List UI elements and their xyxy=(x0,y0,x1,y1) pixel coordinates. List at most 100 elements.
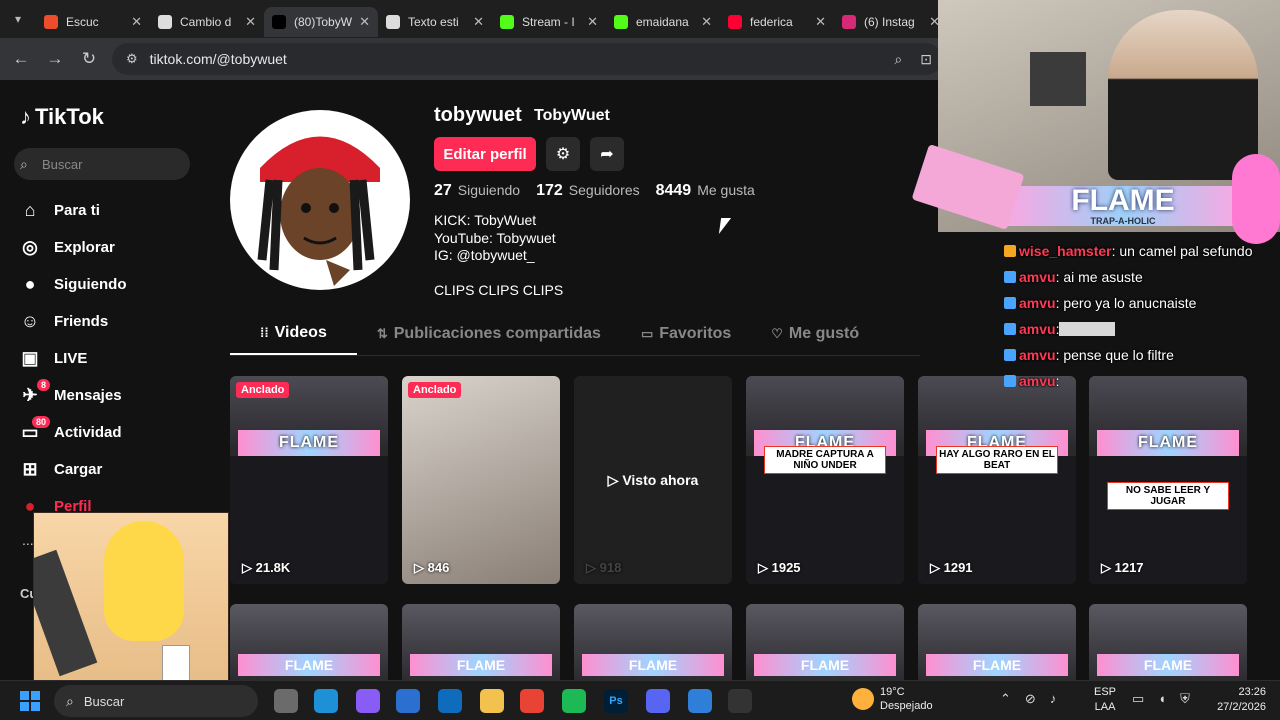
video-thumbnail[interactable]: FLAME HAY ALGO RARO EN EL BEAT ▷ 1291 xyxy=(918,376,1076,584)
video-thumbnail[interactable]: FLAME xyxy=(402,604,560,680)
taskbar-search[interactable]: ⌕ Buscar xyxy=(54,685,258,717)
mic-icon[interactable]: ♪ xyxy=(1050,691,1057,707)
chat-username: amvu xyxy=(1019,347,1056,363)
tab-grid[interactable]: ⁞⁞ Videos xyxy=(230,322,357,355)
streamer xyxy=(1108,10,1258,180)
chrome-icon[interactable] xyxy=(520,689,544,713)
activity-icon: ▭ 80 xyxy=(16,415,50,447)
close-tab-icon[interactable]: ✕ xyxy=(245,14,256,30)
close-tab-icon[interactable]: ✕ xyxy=(359,14,370,30)
likes-label: Me gusta xyxy=(697,182,755,198)
sidebar-item-siguiendo[interactable]: ● Siguiendo xyxy=(16,266,127,303)
clock-time: 23:26 xyxy=(1238,686,1266,698)
windows-start-icon[interactable] xyxy=(20,691,40,711)
video-thumbnail[interactable]: FLAME xyxy=(746,604,904,680)
volume-icon[interactable]: ◖ xyxy=(1158,691,1166,707)
tab-search-chevron-icon[interactable]: ▾ xyxy=(0,0,36,38)
tab-label: Favoritos xyxy=(659,324,732,342)
copilot-icon[interactable] xyxy=(356,689,380,713)
sidebar-item-explorar[interactable]: ◎ Explorar xyxy=(16,229,127,266)
bio-line: YouTube: Tobywuet xyxy=(434,229,556,246)
display-icon[interactable]: ▭ xyxy=(1132,691,1144,707)
video-thumbnail[interactable]: ▷ Visto ahora ▷ 918 xyxy=(574,376,732,584)
tab-heart[interactable]: ♡ Me gustó xyxy=(751,322,879,355)
video-thumbnail[interactable]: FLAME xyxy=(230,604,388,680)
profile-nickname: TobyWuet xyxy=(534,107,610,124)
browser-tab[interactable]: Escuc ✕ xyxy=(36,7,150,37)
weather-widget[interactable]: 19°C Despejado xyxy=(852,685,933,713)
search-input[interactable]: ⌕ Buscar xyxy=(14,148,190,180)
close-tab-icon[interactable]: ✕ xyxy=(473,14,484,30)
video-thumbnail[interactable]: FLAME MADRE CAPTURA A NIÑO UNDER ▷ 1925 xyxy=(746,376,904,584)
wall-poster xyxy=(1030,52,1086,106)
obs-icon[interactable] xyxy=(728,689,752,713)
profile-stats: 27 Siguiendo 172 Seguidores 8449 Me gusta xyxy=(434,182,755,200)
network-off-icon[interactable]: ⊘ xyxy=(1025,691,1036,707)
store-icon[interactable] xyxy=(396,689,420,713)
chat-username: amvu xyxy=(1019,295,1056,311)
sidebar-item-actividad[interactable]: ▭ 80 Actividad xyxy=(16,414,127,451)
chat-emote xyxy=(1059,322,1116,336)
file-explorer-icon[interactable] xyxy=(274,689,298,713)
photoshop-icon[interactable]: Ps xyxy=(604,689,628,713)
back-arrow-icon[interactable]: ← xyxy=(4,49,38,69)
zoom-icon[interactable]: ⌕ xyxy=(894,51,902,68)
browser-tab[interactable]: (80)TobyW ✕ xyxy=(264,7,378,37)
chat-username: wise_hamster xyxy=(1019,243,1112,259)
video-thumbnail[interactable]: FLAME Anclado ▷ 21.8K xyxy=(230,376,388,584)
following-stat[interactable]: 27 Siguiendo xyxy=(434,182,520,200)
tab-repost[interactable]: ⇅ Publicaciones compartidas xyxy=(357,322,621,355)
browser-tab[interactable]: Cambio d ✕ xyxy=(150,7,264,37)
more-icon[interactable]: ... xyxy=(22,532,34,548)
sidebar-item-mensajes[interactable]: ✈ 8 Mensajes xyxy=(16,377,127,414)
sidebar-item-cargar[interactable]: ⊞ Cargar xyxy=(16,451,127,488)
edit-profile-button[interactable]: Editar perfil xyxy=(434,137,536,171)
sidebar-item-para-ti[interactable]: ⌂ Para ti xyxy=(16,192,127,229)
video-thumbnail[interactable]: FLAME xyxy=(1089,604,1247,680)
video-thumbnail[interactable]: FLAME NO SABE LEER Y JUGAR ▷ 1217 xyxy=(1089,376,1247,584)
address-bar[interactable]: ⚙ tiktok.com/@tobywuet ⌕ ⊡ xyxy=(112,43,942,75)
following-label: Siguiendo xyxy=(457,182,521,198)
view-count: ▷ 1291 xyxy=(930,560,973,576)
view-count-text: 1217 xyxy=(1114,560,1144,575)
browser-tab[interactable]: emaidana ✕ xyxy=(606,7,720,37)
close-tab-icon[interactable]: ✕ xyxy=(587,14,598,30)
close-tab-icon[interactable]: ✕ xyxy=(701,14,712,30)
folder-icon[interactable] xyxy=(480,689,504,713)
language-indicator[interactable]: ESP LAA xyxy=(1094,685,1116,715)
close-tab-icon[interactable]: ✕ xyxy=(815,14,826,30)
forward-arrow-icon[interactable]: → xyxy=(38,49,72,69)
chevron-up-icon[interactable]: ⌃ xyxy=(1000,691,1011,707)
avatar[interactable] xyxy=(230,110,410,290)
video-thumbnail[interactable]: FLAME xyxy=(918,604,1076,680)
sidebar-item-label: Siguiendo xyxy=(54,276,127,293)
chat-badge-icon xyxy=(1004,271,1016,283)
browser-tab[interactable]: (6) Instag ✕ xyxy=(834,7,948,37)
video-thumbnail[interactable]: Anclado ▷ 846 xyxy=(402,376,560,584)
close-tab-icon[interactable]: ✕ xyxy=(131,14,142,30)
settings-button[interactable]: ⚙ xyxy=(546,137,580,171)
browser-tab[interactable]: Stream - I ✕ xyxy=(492,7,606,37)
clock[interactable]: 23:26 27/2/2026 xyxy=(1217,685,1266,715)
tab-bookmark[interactable]: ▭ Favoritos xyxy=(621,322,751,355)
install-app-icon[interactable]: ⊡ xyxy=(920,51,932,68)
sidebar-item-friends[interactable]: ☺ Friends xyxy=(16,303,127,340)
site-info-icon[interactable]: ⚙ xyxy=(126,51,138,67)
discord-icon[interactable] xyxy=(646,689,670,713)
outlook-icon[interactable] xyxy=(438,689,462,713)
chat-badge-icon xyxy=(1004,375,1016,387)
share-button[interactable]: ➦ xyxy=(590,137,624,171)
video-thumbnail[interactable]: FLAME xyxy=(574,604,732,680)
edge-icon[interactable] xyxy=(314,689,338,713)
spotify-icon[interactable] xyxy=(562,689,586,713)
tiktok-logo[interactable]: ♪ TikTok xyxy=(20,104,104,130)
sidebar-item-live[interactable]: ▣ LIVE xyxy=(16,340,127,377)
chat-message: amvu: pense que lo filtre xyxy=(1004,344,1280,366)
followers-stat[interactable]: 172 Seguidores xyxy=(536,182,640,200)
browser-tab[interactable]: federica ✕ xyxy=(720,7,834,37)
browser-tab[interactable]: Texto esti ✕ xyxy=(378,7,492,37)
reload-icon[interactable]: ↻ xyxy=(72,49,106,69)
share-arrow-icon: ➦ xyxy=(600,146,614,163)
snipping-icon[interactable] xyxy=(688,689,712,713)
shield-icon[interactable]: ⛨ xyxy=(1180,691,1190,707)
